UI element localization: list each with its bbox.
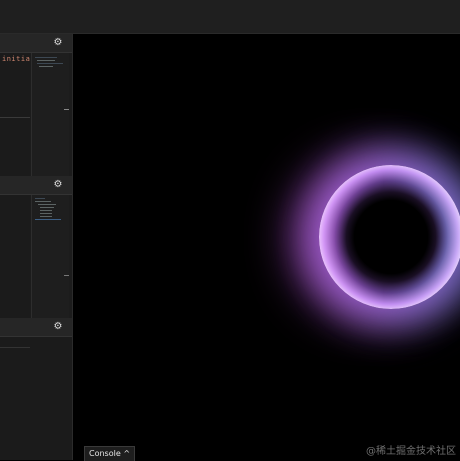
console-label: Console — [89, 449, 121, 458]
editor-sidebar: ⚙ initial ⚙ — [0, 34, 73, 460]
code-line: initial — [2, 55, 30, 63]
gear-icon[interactable]: ⚙ — [52, 321, 64, 333]
code-panel-1: ⚙ initial — [0, 34, 72, 176]
code-panel-3: ⚙ — [0, 318, 72, 460]
preview-pane — [31, 195, 69, 318]
console-toggle-button[interactable]: Console ^ — [84, 446, 136, 461]
code-editor[interactable]: initial — [0, 53, 30, 176]
code-editor[interactable] — [0, 195, 30, 318]
panel-header: ⚙ — [0, 318, 72, 337]
watermark: @稀土掘金技术社区 — [366, 446, 456, 457]
code-editor[interactable] — [0, 337, 72, 460]
gear-icon[interactable]: ⚙ — [52, 37, 64, 49]
preview-canvas[interactable] — [73, 34, 460, 460]
code-panel-2: ⚙ — [0, 176, 72, 318]
panel-header: ⚙ — [0, 176, 72, 195]
gear-icon[interactable]: ⚙ — [52, 179, 64, 191]
top-bar — [0, 0, 460, 34]
preview-pane — [31, 53, 69, 176]
chevron-up-icon: ^ — [123, 449, 131, 458]
panel-header: ⚙ — [0, 34, 72, 53]
glowing-ring-tint — [319, 165, 460, 309]
